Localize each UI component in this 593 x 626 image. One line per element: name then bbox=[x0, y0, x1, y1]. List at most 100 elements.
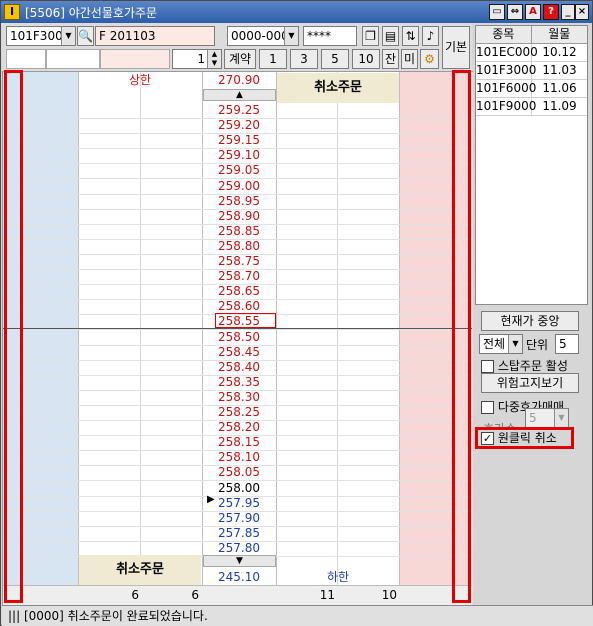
cancel-order-button-bottom[interactable]: 취소주문 bbox=[79, 555, 201, 585]
price-cell[interactable]: 258.95 bbox=[202, 194, 276, 209]
jan-button[interactable]: 잔 bbox=[382, 49, 399, 69]
code-select[interactable]: 101F3000 ▼ bbox=[6, 26, 76, 46]
total-bid-2: 10 bbox=[381, 588, 397, 602]
contract-month: 11.09 bbox=[542, 99, 577, 113]
price-cell[interactable]: 259.05 bbox=[202, 163, 276, 178]
check-icon[interactable]: ✓ bbox=[481, 432, 494, 445]
price-cell[interactable]: 258.75 bbox=[202, 254, 276, 269]
list-item[interactable]: 101F9000 11.09 bbox=[476, 98, 587, 116]
close-icon[interactable]: × bbox=[575, 4, 589, 20]
price-cell[interactable]: 258.45 bbox=[202, 345, 276, 360]
price-cell[interactable]: 258.70 bbox=[202, 269, 276, 284]
price-cell[interactable]: 257.90 bbox=[202, 511, 276, 526]
contract-code: 101F9000 bbox=[476, 98, 537, 115]
search-icon[interactable]: 🔍 bbox=[77, 26, 94, 46]
settings-gear-icon[interactable]: ⚙ bbox=[420, 49, 439, 69]
price-cell[interactable]: 257.80 bbox=[202, 541, 276, 556]
list-item[interactable]: 101F6000 11.06 bbox=[476, 80, 587, 98]
risk-notice-button[interactable]: 위험고지보기 bbox=[481, 373, 579, 393]
qty-button-3[interactable]: 3 bbox=[290, 49, 318, 69]
scroll-down-button[interactable]: ▼ bbox=[203, 555, 276, 567]
minimize-icon[interactable]: _ bbox=[561, 4, 575, 20]
price-cell[interactable]: 258.35 bbox=[202, 375, 276, 390]
list-item[interactable]: 101EC000 10.12 bbox=[476, 44, 587, 62]
lower-limit-label: 하한 bbox=[326, 570, 350, 584]
one-click-cancel-checkbox[interactable]: ✓ 원클릭 취소 bbox=[475, 427, 574, 449]
price-cell[interactable]: 257.85 bbox=[202, 526, 276, 541]
status-bar: ||| [0000] 취소주문이 완료되었습니다. bbox=[2, 605, 593, 626]
price-cell[interactable]: 259.25 bbox=[202, 103, 276, 118]
totals-row: 6 6 11 10 bbox=[3, 585, 472, 605]
quantity-stepper[interactable]: ▲ ▼ bbox=[207, 50, 221, 68]
price-cell[interactable]: 258.40 bbox=[202, 360, 276, 375]
price-cell[interactable]: 258.20 bbox=[202, 420, 276, 435]
sort-arrow-icon[interactable]: ⇅ bbox=[402, 26, 419, 46]
field-blank-2[interactable] bbox=[46, 49, 100, 69]
doc-icon[interactable]: ▤ bbox=[382, 26, 399, 46]
center-price-button[interactable]: 현재가 중앙 bbox=[481, 311, 579, 331]
field-blank-3[interactable] bbox=[100, 49, 170, 69]
price-cell[interactable]: 259.20 bbox=[202, 118, 276, 133]
stop-order-label: 스탑주문 활성 bbox=[497, 359, 568, 373]
price-cell[interactable]: 259.00 bbox=[202, 179, 276, 194]
hoga-value: 5 bbox=[529, 411, 537, 425]
help-icon[interactable]: ? bbox=[543, 4, 559, 20]
col-header-item: 종목 bbox=[476, 26, 532, 43]
total-bid-1: 11 bbox=[319, 588, 335, 602]
qty-button-10[interactable]: 10 bbox=[352, 49, 380, 69]
checkbox-icon[interactable] bbox=[481, 401, 494, 414]
account-select[interactable]: 0000-0000 ▼ bbox=[227, 26, 299, 46]
all-select[interactable]: 전체 ▼ bbox=[479, 334, 523, 354]
list-item[interactable]: 101F3000 11.03 bbox=[476, 62, 587, 80]
price-cell[interactable]: 258.25 bbox=[202, 405, 276, 420]
price-cell[interactable]: 258.85 bbox=[202, 224, 276, 239]
price-cell[interactable]: 258.80 bbox=[202, 239, 276, 254]
price-cell[interactable]: 258.50 bbox=[202, 330, 276, 345]
right-panel: 종목 월물 101EC000 10.12 101F3000 11.03 101F6000… bbox=[473, 23, 592, 606]
price-cell[interactable]: 259.15 bbox=[202, 133, 276, 148]
price-cell[interactable]: 258.65 bbox=[202, 284, 276, 299]
field-blank-1[interactable] bbox=[6, 49, 46, 69]
contract-list-header: 종목 월물 bbox=[476, 26, 587, 44]
scroll-up-button[interactable]: ▲ bbox=[203, 89, 276, 101]
upper-limit-price: 270.90 bbox=[218, 73, 260, 87]
price-ladder: 상한 270.90 ▲ 취소주문 259.25 259.20 259.15 259.1… bbox=[2, 71, 473, 606]
password-field[interactable]: **** bbox=[303, 26, 357, 46]
code-name: F 201103 bbox=[95, 26, 215, 46]
quantity-field[interactable]: 1 ▲ ▼ bbox=[172, 49, 222, 69]
checkbox-icon[interactable] bbox=[481, 360, 494, 373]
price-cell[interactable]: 258.05 bbox=[202, 465, 276, 480]
chevron-down-icon[interactable]: ▼ bbox=[508, 335, 522, 353]
qty-button-5[interactable]: 5 bbox=[321, 49, 349, 69]
chevron-down-icon[interactable]: ▼ bbox=[61, 27, 75, 45]
current-price-marker bbox=[215, 313, 276, 328]
chevron-down-icon[interactable]: ▼ bbox=[284, 27, 298, 45]
contract-button[interactable]: 계약 bbox=[224, 49, 256, 69]
basic-button[interactable]: 기본 bbox=[442, 26, 470, 69]
main-window: I [5506] 야간선물호가주문 ▭ ⇔ A ? _ × 101F3000 ▼… bbox=[0, 0, 593, 626]
stop-order-checkbox[interactable]: 스탑주문 활성 bbox=[481, 357, 568, 374]
pin-icon[interactable]: ⇔ bbox=[507, 4, 523, 20]
window-title: [5506] 야간선물호가주문 bbox=[25, 6, 158, 20]
mi-button[interactable]: 미 bbox=[401, 49, 418, 69]
sound-icon[interactable]: ♪ bbox=[422, 26, 439, 46]
contract-month: 10.12 bbox=[542, 45, 577, 59]
font-icon[interactable]: A bbox=[525, 4, 541, 20]
copy-icon[interactable]: ❐ bbox=[362, 26, 379, 46]
qty-button-1[interactable]: 1 bbox=[259, 49, 287, 69]
price-cell[interactable]: 259.10 bbox=[202, 148, 276, 163]
cancel-order-button-top[interactable]: 취소주문 bbox=[277, 73, 399, 103]
app-icon: I bbox=[4, 4, 20, 20]
unit-field[interactable]: 5 bbox=[555, 334, 579, 354]
price-cell[interactable]: 258.90 bbox=[202, 209, 276, 224]
layout-icon[interactable]: ▭ bbox=[489, 4, 505, 20]
current-row-arrow-icon: ▶ bbox=[207, 494, 215, 505]
lower-limit-price: 245.10 bbox=[218, 570, 260, 584]
contract-code: 101EC000 bbox=[476, 44, 538, 61]
price-cell[interactable]: 258.30 bbox=[202, 390, 276, 405]
unit-label: 단위 bbox=[526, 338, 549, 352]
highlight-box-right bbox=[452, 70, 471, 603]
price-cell[interactable]: 258.15 bbox=[202, 435, 276, 450]
contract-code: 101F6000 bbox=[476, 80, 537, 97]
price-cell[interactable]: 258.10 bbox=[202, 450, 276, 465]
